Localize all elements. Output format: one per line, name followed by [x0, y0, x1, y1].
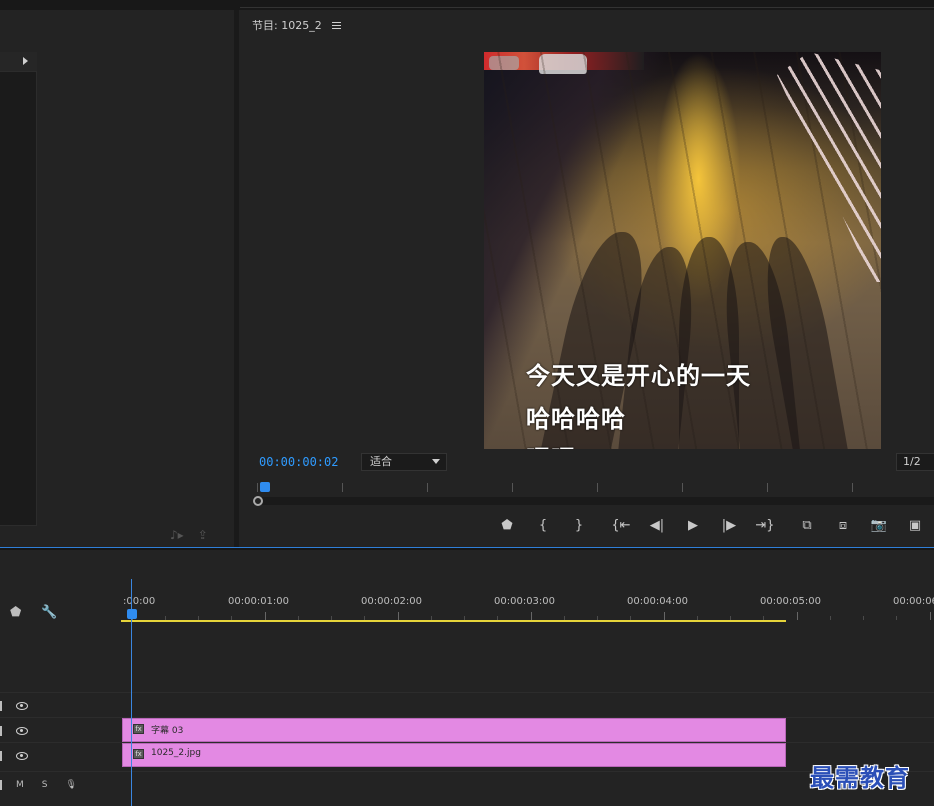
caption-line-3: 嘿嘿 — [526, 439, 576, 449]
resolution-select[interactable]: 1/2 — [896, 453, 934, 471]
program-playhead[interactable] — [260, 482, 270, 492]
export-frame-button[interactable]: 📷 — [861, 514, 897, 536]
ruler-tick — [427, 483, 428, 492]
ruler-minor-tick — [896, 616, 897, 620]
track-a1: M S 🎙 — [0, 771, 934, 796]
clip-caption[interactable]: fx 字幕 03 — [122, 718, 786, 742]
ruler-minor-tick — [830, 616, 831, 620]
step-forward-button[interactable]: |▶ — [711, 514, 747, 536]
program-monitor: 节目: 1025_2 今天又是开心的一天 哈哈哈哈 嘿嘿 00:00:00:02… — [239, 10, 934, 547]
mark-in-button[interactable]: { — [525, 514, 561, 536]
ruler-tick — [597, 483, 598, 492]
solo-button[interactable]: S — [42, 780, 48, 790]
ruler-tick — [852, 483, 853, 492]
ruler-tick — [682, 483, 683, 492]
ruler-tick — [342, 483, 343, 492]
timeline-playhead[interactable] — [127, 609, 137, 619]
panel-menu-icon[interactable] — [331, 21, 341, 29]
fx-icon: fx — [133, 749, 144, 759]
ruler-tick — [531, 612, 532, 620]
wrench-icon[interactable]: 🔧 — [41, 605, 57, 620]
fit-select-value: 适合 — [370, 455, 392, 468]
track-v1: fx 1025_2.jpg — [0, 742, 934, 767]
program-time-ruler[interactable] — [253, 482, 934, 495]
track-v2: fx 字幕 03 — [0, 717, 934, 742]
lift-button[interactable]: ⧉ — [789, 514, 825, 536]
ruler-tick — [257, 483, 258, 492]
program-monitor-header: 节目: 1025_2 — [252, 17, 341, 33]
extract-button[interactable]: ⧈ — [825, 514, 861, 536]
project-panel: ♪▸ ⇪ — [0, 10, 234, 547]
ruler-tick — [767, 483, 768, 492]
mark-out-button[interactable]: } — [561, 514, 597, 536]
add-marker-button[interactable]: ⬟ — [489, 514, 525, 536]
add-marker-icon[interactable]: ⬟ — [10, 605, 21, 620]
zoom-scrollbar-handle[interactable] — [253, 496, 263, 506]
timeline-panel: ⬟ 🔧 :00:00 00:00:01:00 00:00:02:00 00:00:03… — [0, 550, 934, 806]
expand-arrow-icon[interactable] — [23, 57, 28, 65]
ruler-label: :00:00 — [123, 596, 156, 607]
video-preview[interactable]: 今天又是开心的一天 哈哈哈哈 嘿嘿 — [484, 52, 881, 449]
project-panel-content — [0, 52, 37, 526]
go-to-in-button[interactable]: {⇤ — [603, 514, 639, 536]
program-monitor-title[interactable]: 节目: 1025_2 — [252, 17, 322, 33]
caption-line-1: 今天又是开心的一天 — [526, 362, 751, 390]
comparison-view-button[interactable]: ▣ — [897, 514, 933, 536]
ruler-tick — [664, 612, 665, 620]
track-v3 — [0, 692, 934, 717]
eye-icon[interactable] — [16, 701, 28, 710]
zoom-scrollbar[interactable] — [253, 496, 934, 506]
eye-icon[interactable] — [16, 726, 28, 735]
ruler-tick — [512, 483, 513, 492]
fx-icon: fx — [133, 724, 144, 734]
playhead-timecode[interactable]: 00:00:00:02 — [259, 455, 338, 469]
clip-image[interactable]: fx 1025_2.jpg — [122, 743, 786, 767]
ruler-label: 00:00:01:00 — [228, 596, 290, 607]
ruler-label: 00:00:04:00 — [627, 596, 689, 607]
clip-name: 字幕 03 — [151, 726, 184, 736]
top-strip — [0, 0, 934, 10]
ruler-minor-tick — [863, 616, 864, 620]
caption-line-2: 哈哈哈哈 — [526, 405, 626, 433]
eye-icon[interactable] — [16, 751, 28, 760]
ruler-tick — [930, 612, 931, 620]
project-panel-tab[interactable] — [0, 52, 37, 72]
chevron-down-icon — [432, 459, 440, 464]
timeline-ruler[interactable]: :00:00 00:00:01:00 00:00:02:00 00:00:03:00 0… — [121, 590, 934, 620]
microphone-icon[interactable]: 🎙 — [65, 780, 76, 790]
ruler-label: 00:00:05:00 — [760, 596, 822, 607]
ruler-tick — [797, 612, 798, 620]
project-panel-icons: ♪▸ ⇪ — [170, 528, 208, 542]
mute-button[interactable]: M — [16, 780, 24, 790]
clip-name: 1025_2.jpg — [151, 748, 201, 758]
work-area-bar[interactable] — [121, 620, 786, 622]
watermark-logo: 最需教育 — [810, 763, 910, 792]
export-icon[interactable]: ⇪ — [198, 528, 208, 542]
step-back-button[interactable]: ◀| — [639, 514, 675, 536]
ruler-tick — [265, 612, 266, 620]
fit-select[interactable]: 适合 — [361, 453, 447, 471]
play-button[interactable]: ▶ — [675, 514, 711, 536]
ruler-label: 00:00:02:00 — [361, 596, 423, 607]
ruler-label: 00:00:06 — [893, 596, 934, 607]
music-note-icon[interactable]: ♪▸ — [170, 528, 184, 542]
ruler-tick — [398, 612, 399, 620]
ruler-label: 00:00:03:00 — [494, 596, 556, 607]
go-to-out-button[interactable]: ⇥} — [747, 514, 783, 536]
timeline-tools: ⬟ 🔧 — [10, 605, 58, 620]
transport-controls: ⬟{} {⇤ ◀| ▶ |▶ ⇥} ⧉ ⧈ 📷 ▣ — [489, 514, 933, 536]
